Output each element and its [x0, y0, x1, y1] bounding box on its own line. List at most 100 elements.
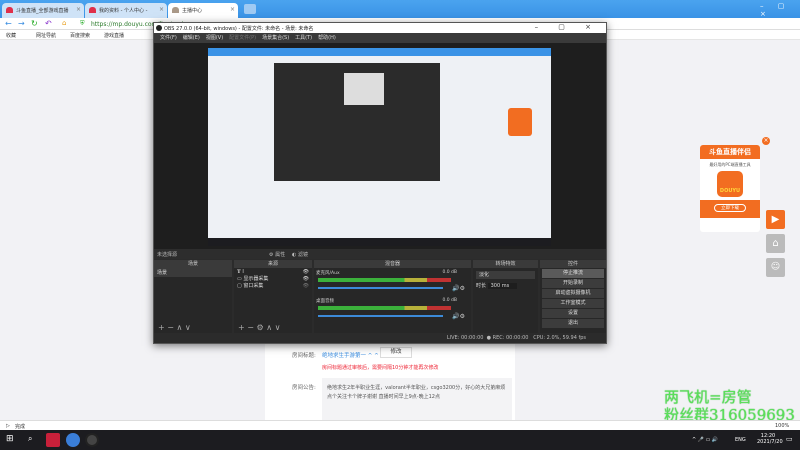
- scene-item[interactable]: 场景: [154, 268, 232, 277]
- tab-profile[interactable]: 我的资料 - 个人中心 - ×: [85, 3, 167, 18]
- source-item[interactable]: T I 👁: [237, 269, 309, 276]
- watermark-line: 两飞机=房管: [664, 388, 752, 406]
- channel-db: 0.0 dB: [442, 270, 457, 275]
- close-icon[interactable]: ×: [76, 6, 81, 13]
- mixer-header: 混音器: [314, 260, 471, 268]
- douyu-logo-icon: DOUYU: [717, 171, 743, 197]
- exit-button[interactable]: 退出: [542, 319, 604, 328]
- no-source-label: 未选择源: [157, 252, 178, 258]
- edit-title-button[interactable]: 修改: [380, 347, 412, 358]
- home-icon[interactable]: ⌂: [766, 234, 785, 253]
- page-status: 完成: [15, 424, 26, 430]
- preview-capture: [208, 48, 551, 246]
- source-controls[interactable]: + − ⚙ ∧ ∨: [234, 323, 312, 333]
- back-icon[interactable]: ←: [5, 19, 12, 28]
- source-item[interactable]: ▢ 窗口采集 👁: [237, 283, 309, 290]
- tray-icons[interactable]: ^ 🎤 ▭ 🔊: [692, 437, 718, 443]
- search-icon[interactable]: ⌕: [28, 434, 32, 444]
- secure-icon: ⛨: [80, 20, 85, 27]
- clock[interactable]: 12:20 2021/7/20: [757, 433, 783, 445]
- transition-select[interactable]: 淡化: [476, 271, 535, 279]
- home-icon[interactable]: ⌂: [62, 19, 66, 27]
- download-button[interactable]: 立即下载: [714, 204, 746, 212]
- forward-icon[interactable]: →: [18, 19, 25, 28]
- ad-title: 斗鱼直播伴侣: [700, 145, 760, 159]
- new-tab-button[interactable]: [244, 4, 256, 14]
- visibility-icon[interactable]: 👁: [303, 276, 309, 283]
- settings-button[interactable]: 设置: [542, 309, 604, 318]
- close-icon[interactable]: ×: [230, 6, 235, 13]
- bookmark-nav[interactable]: 网址导航: [36, 32, 56, 39]
- volume-slider[interactable]: [318, 315, 443, 317]
- properties-button[interactable]: ⚙ 属性: [269, 251, 285, 258]
- windows-start-icon[interactable]: ⊞: [6, 434, 14, 444]
- browser-statusbar: ▷ 完成 100%: [0, 420, 800, 430]
- taskbar-obs-icon[interactable]: [85, 433, 99, 447]
- douyu-icon: [89, 7, 96, 13]
- live-time: LIVE: 00:00:00: [446, 335, 484, 341]
- clock-date: 2021/7/20: [757, 439, 783, 445]
- duration-input[interactable]: 300 ms: [487, 283, 518, 289]
- menu-edit[interactable]: 编辑(E): [183, 35, 200, 41]
- douyu-companion-ad[interactable]: 斗鱼直播伴侣 最好用的PC端直播工具 DOUYU 立即下载: [700, 145, 760, 232]
- taskbar-app-icon[interactable]: [46, 433, 60, 447]
- controls-dock: 控件 停止推流 开始录制 启动虚拟摄像机 工作室模式 设置 退出: [540, 260, 606, 333]
- menu-scene-collection[interactable]: 场景集合(S): [262, 35, 289, 41]
- room-title-label: 房间标题:: [292, 353, 316, 359]
- zoom-level[interactable]: 100%: [775, 423, 789, 429]
- channel-name: 桌面音频: [316, 299, 334, 304]
- window-controls[interactable]: – ▢ ×: [760, 2, 800, 18]
- menu-profile[interactable]: 配置文件(P): [229, 35, 256, 41]
- input-language[interactable]: ENG: [735, 437, 746, 443]
- scene-controls[interactable]: + − ∧ ∨: [154, 323, 232, 333]
- start-recording-button[interactable]: 开始录制: [542, 279, 604, 288]
- notification-icon[interactable]: ▭: [786, 435, 793, 443]
- scenes-dock: 场景 场景 + − ∧ ∨: [154, 260, 232, 333]
- obs-menubar: 文件(F) 编辑(E) 视图(V) 配置文件(P) 场景集合(S) 工具(T) 帮助(H): [154, 33, 606, 43]
- menu-help[interactable]: 帮助(H): [318, 35, 336, 41]
- close-ad-icon[interactable]: ×: [762, 137, 770, 145]
- live-play-icon[interactable]: ▶: [766, 210, 785, 229]
- tab-douyu-live[interactable]: 斗鱼直播_全部游戏直播 ×: [2, 3, 84, 18]
- menu-tools[interactable]: 工具(T): [295, 35, 312, 41]
- transitions-dock: 转场特效 淡化 时长 300 ms: [473, 260, 538, 333]
- bookmark-baidu[interactable]: 百度搜索: [70, 32, 90, 39]
- windows-taskbar: ⊞ ⌕ ^ 🎤 ▭ 🔊 ENG 12:20 2021/7/20 ▭: [0, 430, 800, 450]
- undo-icon[interactable]: ↶: [45, 19, 52, 28]
- tab-anchor-center[interactable]: 主播中心 ×: [168, 3, 238, 18]
- source-label: 窗口采集: [243, 283, 264, 289]
- menu-file[interactable]: 文件(F): [160, 35, 177, 41]
- obs-statusbar: LIVE: 00:00:00 ● REC: 00:00:00 CPU: 2.0%…: [154, 333, 606, 343]
- nested-preview: [344, 73, 384, 105]
- visibility-icon[interactable]: 👁: [303, 269, 309, 276]
- nested-obs-window: [274, 63, 440, 181]
- robot-icon[interactable]: ☺: [766, 258, 785, 277]
- obs-preview[interactable]: [154, 43, 606, 249]
- bookmark-favorites[interactable]: 收藏: [6, 32, 16, 39]
- nested-ad: [508, 108, 532, 136]
- close-icon[interactable]: ×: [159, 6, 164, 13]
- start-virtual-camera-button[interactable]: 启动虚拟摄像机: [542, 289, 604, 298]
- stop-streaming-button[interactable]: 停止推流: [542, 269, 604, 278]
- channel-db: 0.0 dB: [442, 298, 457, 303]
- refresh-icon[interactable]: ↻: [31, 19, 38, 28]
- obs-titlebar: OBS 27.0.0 (64-bit, windows) - 配置文件: 未命名…: [154, 23, 606, 33]
- taskbar-browser-icon[interactable]: [66, 433, 80, 447]
- room-notice-label: 房间公告:: [292, 385, 316, 391]
- douyu-icon: [6, 7, 13, 13]
- obs-title: OBS 27.0.0 (64-bit, windows) - 配置文件: 未命名…: [164, 26, 314, 32]
- visibility-icon[interactable]: 👁: [303, 283, 309, 290]
- properties-label: 属性: [275, 252, 286, 258]
- filters-button[interactable]: ◐ 滤镜: [292, 251, 308, 258]
- title-warning: 房间标题通过审核后，需要间隔10分钟才能再次修改: [322, 365, 439, 371]
- room-notice-textarea[interactable]: 绝地求生2年半职业生涯，valorant半年职业，csgo3200分，好心的大兄…: [322, 378, 512, 422]
- transitions-header: 转场特效: [473, 260, 538, 268]
- scenes-header: 场景: [154, 260, 232, 268]
- cpu-fps: CPU: 2.0%, 59.94 fps: [533, 335, 586, 341]
- speaker-settings-icon[interactable]: 🔊⚙: [452, 313, 465, 320]
- source-item[interactable]: ▭ 显示器采集 👁: [237, 276, 309, 283]
- studio-mode-button[interactable]: 工作室模式: [542, 299, 604, 308]
- bookmark-game-live[interactable]: 游戏直播: [104, 32, 124, 39]
- menu-view[interactable]: 视图(V): [206, 35, 223, 41]
- obs-window-controls[interactable]: – ▢ ×: [535, 23, 600, 31]
